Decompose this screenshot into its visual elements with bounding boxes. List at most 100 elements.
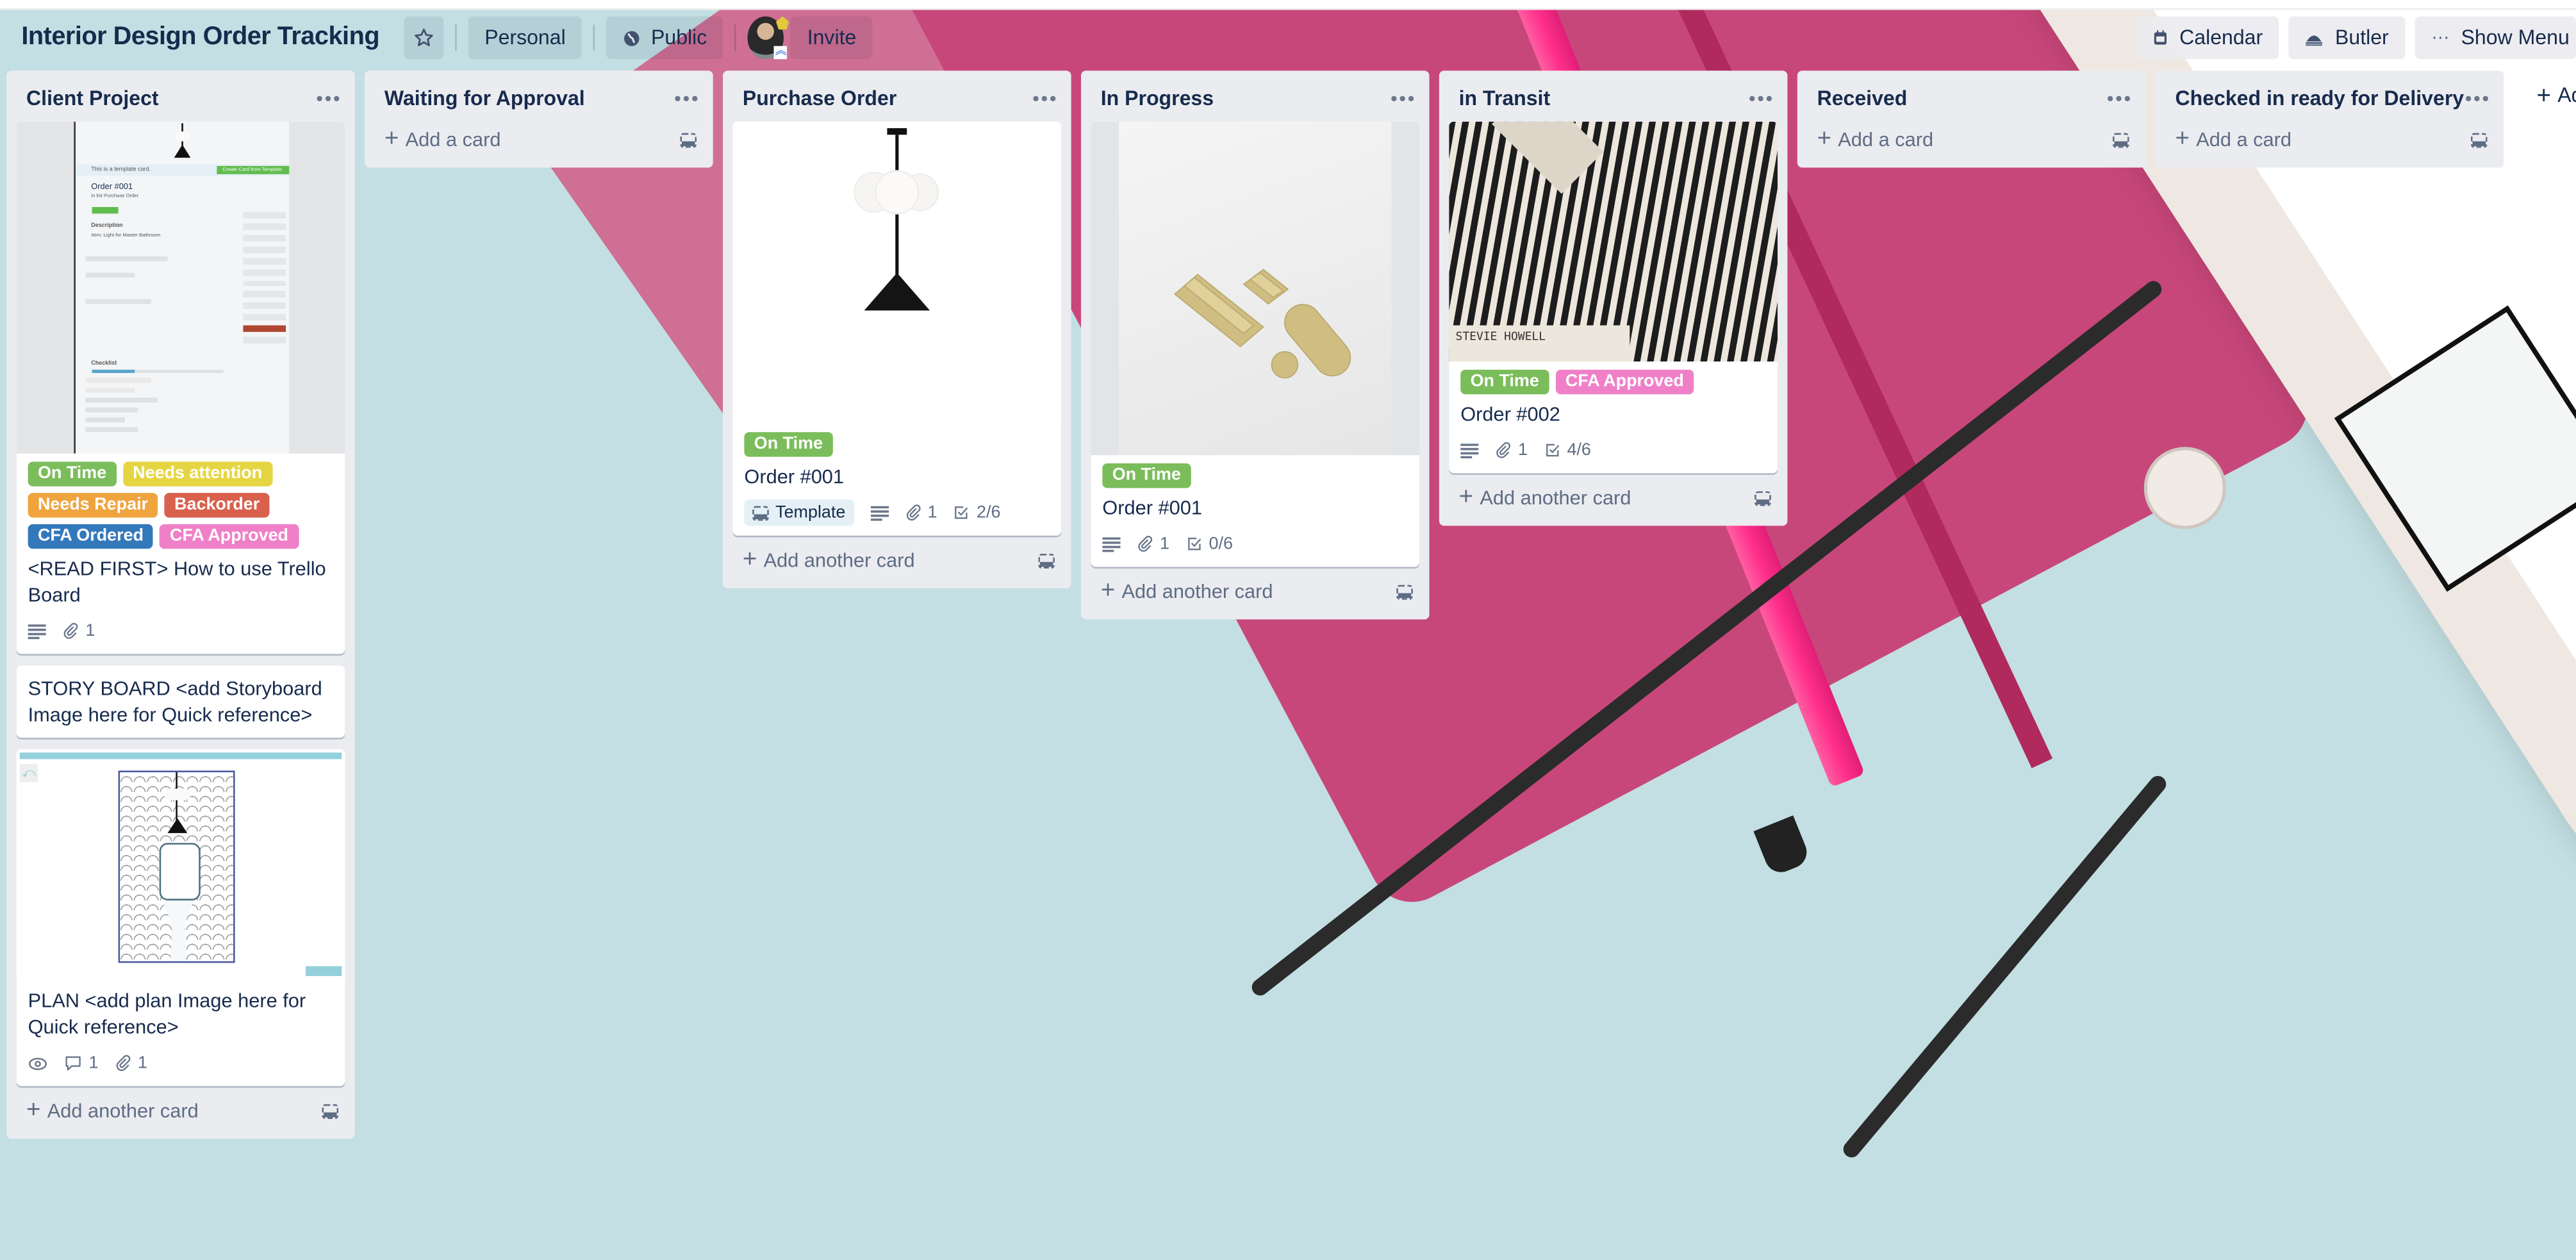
create-from-template-icon[interactable]	[1038, 552, 1055, 568]
chevron-up-icon: ︽	[774, 46, 788, 60]
label-cfa-ordered[interactable]: CFA Ordered	[28, 524, 154, 549]
card-title[interactable]: Order #002	[1460, 401, 1766, 427]
visibility-button[interactable]: Public	[606, 16, 723, 60]
card[interactable]: STORY BOARD <add Storyboard Image here f…	[16, 665, 345, 738]
list-header[interactable]: In Progress •••	[1081, 70, 1430, 121]
brass-pulls-illustration	[1173, 269, 1351, 379]
card-title[interactable]: PLAN <add plan Image here for Quick refe…	[28, 988, 334, 1040]
template-label	[91, 207, 118, 214]
add-card-button[interactable]: + Add another card	[1439, 473, 1788, 519]
list-title[interactable]: Waiting for Approval	[384, 87, 585, 110]
create-from-template-icon[interactable]	[2470, 132, 2488, 147]
list-menu-icon[interactable]: •••	[1032, 87, 1058, 110]
add-card-label: Add another card	[763, 549, 915, 572]
add-card-button[interactable]: + Add a card	[2156, 122, 2504, 162]
add-card-button[interactable]: + Add a card	[1797, 122, 2146, 162]
invite-button[interactable]: Invite	[791, 16, 873, 60]
card[interactable]: On Time Order #001 1 0/6	[1091, 121, 1420, 567]
label-on-time[interactable]: On Time	[1460, 369, 1549, 395]
template-row	[85, 397, 157, 403]
tile-wall	[118, 770, 235, 963]
list-title[interactable]: Checked in ready for Delivery	[2175, 87, 2464, 110]
calendar-icon	[2153, 30, 2166, 45]
card-list: STEVIE HOWELL On Time CFA Approved Order…	[1439, 121, 1788, 474]
visibility-label: Public	[651, 26, 707, 49]
template-badge: Template	[744, 499, 854, 526]
create-from-template-icon[interactable]	[322, 1103, 339, 1118]
description-icon	[1102, 536, 1121, 552]
header-right: Calendar Butler ··· Show Menu	[2134, 10, 2576, 65]
label-on-time[interactable]: On Time	[28, 461, 117, 486]
label-backorder[interactable]: Backorder	[164, 493, 270, 518]
list-title[interactable]: In Progress	[1101, 87, 1214, 110]
paperclip-icon	[1138, 536, 1153, 552]
label-needs-repair[interactable]: Needs Repair	[28, 493, 158, 518]
show-menu-button[interactable]: ··· Show Menu	[2415, 16, 2576, 60]
create-from-template-icon[interactable]	[680, 132, 697, 147]
list-header[interactable]: Waiting for Approval •••	[365, 70, 713, 121]
add-card-button[interactable]: + Add another card	[1081, 567, 1430, 613]
template-description-label: Description	[91, 222, 123, 229]
template-checklist-label: Checklist	[91, 360, 117, 367]
attachment-badge: 1	[1137, 534, 1169, 554]
list-menu-icon[interactable]: •••	[1749, 87, 1774, 110]
member-avatar[interactable]: ︽	[748, 16, 789, 60]
comment-icon	[65, 1056, 81, 1071]
list-header[interactable]: Checked in ready for Delivery •••	[2156, 70, 2504, 121]
list-header[interactable]: Client Project •••	[6, 70, 355, 121]
list-header[interactable]: Purchase Order •••	[723, 70, 1071, 121]
add-card-button[interactable]: + Add a card	[365, 122, 713, 162]
card[interactable]: This is a template card. Create Card fro…	[16, 121, 345, 654]
calendar-button[interactable]: Calendar	[2134, 16, 2279, 60]
list-menu-icon[interactable]: •••	[1391, 87, 1416, 110]
label-needs-attention[interactable]: Needs attention	[122, 461, 272, 486]
label-cfa-approved[interactable]: CFA Approved	[160, 524, 299, 549]
label-cfa-approved[interactable]: CFA Approved	[1555, 369, 1694, 395]
list-header[interactable]: Received •••	[1797, 70, 2146, 121]
board-title[interactable]: Interior Design Order Tracking	[21, 17, 379, 60]
card-title[interactable]: Order #001	[744, 463, 1050, 490]
team-button[interactable]: Personal	[468, 16, 582, 60]
label-on-time[interactable]: On Time	[1102, 463, 1191, 488]
list-header[interactable]: in Transit •••	[1439, 70, 1788, 121]
create-from-template-icon[interactable]	[1396, 584, 1413, 599]
create-from-template-icon[interactable]	[1754, 490, 1771, 506]
header-divider	[455, 24, 457, 51]
card[interactable]: ⤺ PLAN <add plan Image here for Quick re…	[16, 749, 345, 1086]
header-divider	[734, 24, 737, 51]
card[interactable]: STEVIE HOWELL On Time CFA Approved Order…	[1449, 121, 1778, 474]
card-cover-image	[1091, 121, 1420, 456]
card-title[interactable]: Order #001	[1102, 495, 1408, 521]
list-title[interactable]: Purchase Order	[743, 87, 896, 110]
list-checked-in-ready-for-delivery: Checked in ready for Delivery ••• + Add a…	[2155, 70, 2504, 168]
list-menu-icon[interactable]: •••	[316, 87, 342, 110]
list-menu-icon[interactable]: •••	[674, 87, 700, 110]
list-title[interactable]: Client Project	[26, 87, 159, 110]
attachment-badge: 1	[115, 1053, 147, 1073]
next-button	[305, 966, 342, 976]
list-menu-icon[interactable]: •••	[2107, 87, 2133, 110]
card-cover-image: This is a template card. Create Card fro…	[16, 121, 345, 454]
list-title[interactable]: in Transit	[1459, 87, 1550, 110]
paperclip-icon	[905, 504, 920, 521]
butler-label: Butler	[2335, 26, 2389, 49]
template-icon	[752, 505, 769, 520]
add-another-list-button[interactable]: + Ad	[2527, 70, 2576, 120]
label-on-time[interactable]: On Time	[744, 432, 833, 457]
calendar-label: Calendar	[2179, 26, 2263, 49]
card-title[interactable]: <READ FIRST> How to use Trello Board	[28, 556, 334, 608]
card-body: On Time Order #001 1 0/6	[1091, 455, 1419, 567]
add-card-button[interactable]: + Add another card	[6, 1086, 355, 1132]
card-title[interactable]: STORY BOARD <add Storyboard Image here f…	[28, 676, 334, 728]
list-menu-icon[interactable]: •••	[2465, 87, 2491, 110]
plus-icon: +	[1458, 483, 1474, 511]
create-from-template-icon[interactable]	[2113, 132, 2129, 147]
butler-button[interactable]: Butler	[2289, 16, 2406, 60]
add-card-button[interactable]: + Add another card	[723, 536, 1071, 582]
star-button[interactable]	[404, 16, 444, 60]
card-labels: On Time	[1102, 463, 1408, 488]
list-title[interactable]: Received	[1817, 87, 1908, 110]
card-body: On Time Needs attention Needs Repair Bac…	[17, 454, 345, 654]
paperclip-icon	[1496, 442, 1510, 458]
card[interactable]: On Time Order #001 Template 1 2/6	[732, 121, 1062, 536]
